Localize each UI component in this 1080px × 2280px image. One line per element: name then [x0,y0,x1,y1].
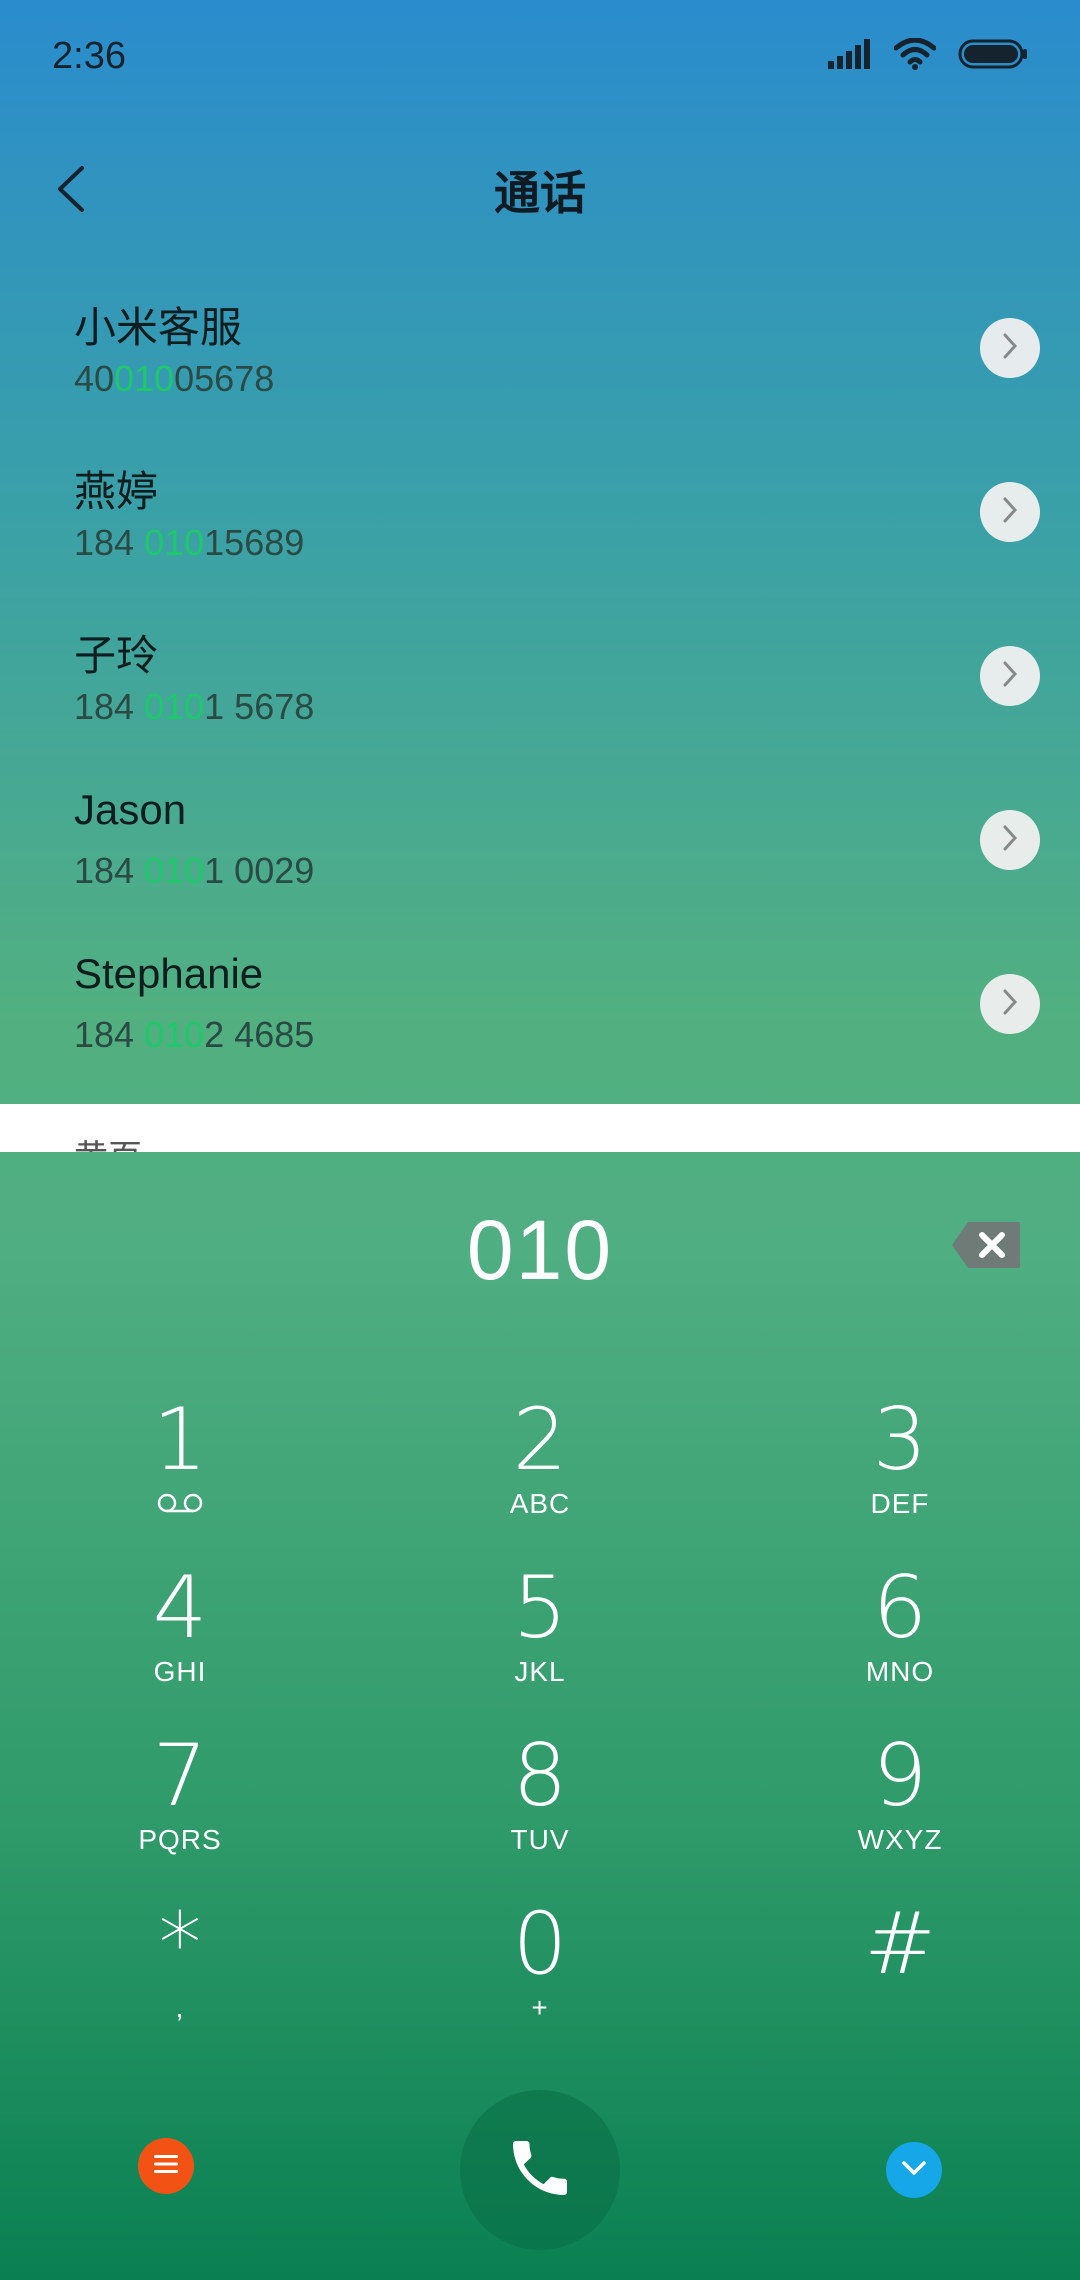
contact-detail-button[interactable] [980,810,1040,870]
contact-row[interactable]: Stephanie 184 0102 4685 [0,926,1080,1090]
key-hash[interactable]: # [720,1884,1080,2052]
chevron-down-icon [900,2159,928,2181]
contact-number: 184 01015689 [74,522,305,563]
contact-row[interactable]: 子玲 184 0101 5678 [0,598,1080,762]
wifi-icon [893,37,937,74]
chevron-right-icon [999,659,1021,693]
contact-list: 小米客服 4001005678 燕婷 184 01015689 子玲 184 0… [0,270,1080,1090]
back-icon [54,164,88,218]
page-title: 通话 [494,166,586,220]
contact-name: 小米客服 [74,304,243,351]
key-1[interactable]: 1 [0,1380,360,1548]
key-3[interactable]: 3 DEF [720,1380,1080,1548]
contact-detail-button[interactable] [980,646,1040,706]
contact-detail-button[interactable] [980,318,1040,378]
backspace-button[interactable] [950,1220,1022,1270]
header: 通话 [0,130,1080,250]
signal-icon [828,39,872,73]
status-time: 2:36 [52,34,126,77]
contact-name: 燕婷 [74,468,159,515]
contact-number: 184 0102 4685 [74,1014,315,1055]
key-2[interactable]: 2 ABC [360,1380,720,1548]
menu-button[interactable] [138,2138,194,2194]
key-9[interactable]: 9 WXYZ [720,1716,1080,1884]
contact-name: Stephanie [74,950,264,997]
chevron-right-icon [999,331,1021,365]
call-button[interactable] [460,2090,620,2250]
voicemail-icon [157,1492,203,1518]
key-4[interactable]: 4 GHI [0,1548,360,1716]
key-7[interactable]: 7 PQRS [0,1716,360,1884]
backspace-icon [950,1222,1022,1274]
dial-display: 010 [0,1190,1080,1310]
key-5[interactable]: 5 JKL [360,1548,720,1716]
key-0[interactable]: 0 + [360,1884,720,2052]
key-6[interactable]: 6 MNO [720,1548,1080,1716]
dial-keypad: 1 2 ABC 3 DEF 4 GHI 5 JKL 6 MNO 7 PQRS 8… [0,1380,1080,2060]
collapse-keypad-button[interactable] [886,2142,942,2198]
chevron-right-icon [999,987,1021,1021]
dialer-action-bar [0,2090,1080,2250]
section-label: 黄页 [74,1130,142,1152]
contact-name: 子玲 [74,632,159,679]
contact-name: Jason [74,786,187,833]
back-button[interactable] [36,156,106,226]
contact-detail-button[interactable] [980,482,1040,542]
contact-number: 4001005678 [74,358,275,399]
contact-number: 184 0101 0029 [74,850,315,891]
battery-icon [958,39,1028,73]
menu-icon [152,2153,180,2179]
key-8[interactable]: 8 TUV [360,1716,720,1884]
section-header-yellow-pages: 黄页 [0,1104,1080,1152]
contact-row[interactable]: 燕婷 184 01015689 [0,434,1080,598]
phone-icon [504,2132,576,2208]
contact-number: 184 0101 5678 [74,686,315,727]
chevron-right-icon [999,823,1021,857]
status-icons [828,37,1028,74]
status-bar: 2:36 [0,0,1080,112]
contact-detail-button[interactable] [980,974,1040,1034]
key-star[interactable]: * , [0,1884,360,2052]
contact-row[interactable]: 小米客服 4001005678 [0,270,1080,434]
chevron-right-icon [999,495,1021,529]
contact-row[interactable]: Jason 184 0101 0029 [0,762,1080,926]
dialed-number: 010 [466,1202,614,1297]
